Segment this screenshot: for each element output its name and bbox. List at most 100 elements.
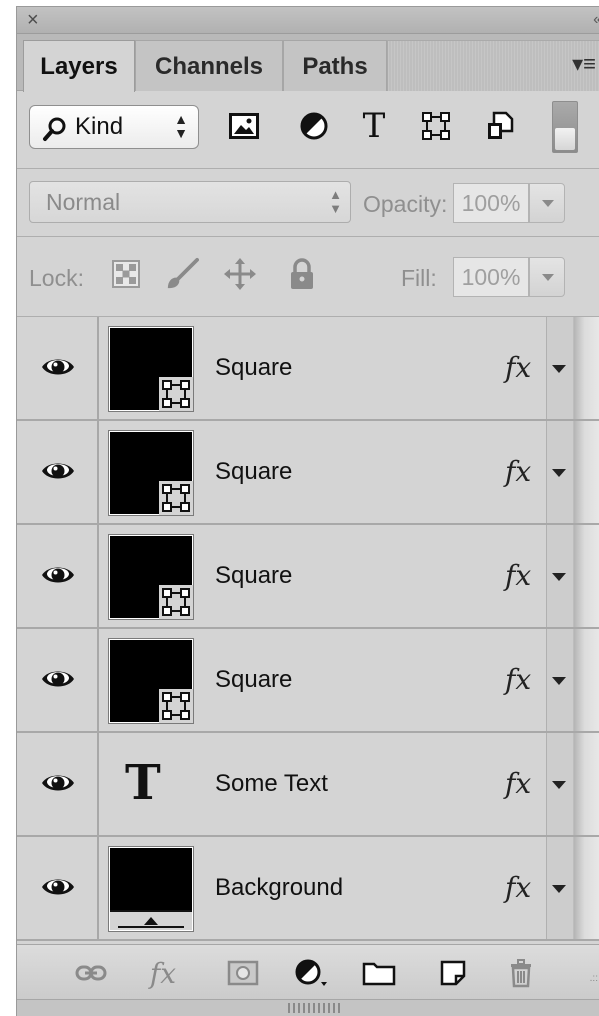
shape-layer-badge <box>159 585 193 619</box>
layer-row[interactable]: Square fx <box>17 317 599 421</box>
layer-name[interactable]: Some Text <box>215 733 328 835</box>
layers-bottom-toolbar: fx .:: <box>17 944 599 999</box>
eye-visibility-icon[interactable] <box>41 355 75 379</box>
layer-thumbnail[interactable] <box>108 534 194 620</box>
new-adjustment-layer-icon[interactable] <box>293 957 329 989</box>
delete-layer-trash-icon[interactable] <box>503 957 539 989</box>
tab-layers[interactable]: Layers <box>23 40 135 92</box>
blend-mode-select[interactable]: Normal ▲ ▼ <box>29 181 351 223</box>
collapse-icon[interactable]: « <box>593 10 599 30</box>
toggle-knob <box>555 128 575 150</box>
link-layers-icon[interactable] <box>73 957 109 989</box>
background-layer-badge <box>110 910 192 930</box>
layer-name[interactable]: Square <box>215 421 292 523</box>
grip-handle-icon[interactable] <box>288 1003 340 1013</box>
shape-layer-badge <box>159 377 193 411</box>
visibility-column[interactable] <box>17 421 99 523</box>
layers-panel: × « Layers Channels Paths ▾≡ Kind ▲▼ T <box>16 6 599 1016</box>
layer-name[interactable]: Background <box>215 837 343 939</box>
layer-effects-fx-icon[interactable]: fx <box>505 421 531 523</box>
lock-transparency-icon[interactable] <box>109 257 143 291</box>
lock-pixels-brush-icon[interactable] <box>165 257 199 291</box>
blend-row: Normal ▲ ▼ Opacity: 100% <box>17 169 599 237</box>
expand-effects-triangle-icon[interactable] <box>552 885 566 893</box>
panel-resize-bar[interactable] <box>17 999 599 1016</box>
tab-paths[interactable]: Paths <box>283 40 387 91</box>
layer-row[interactable]: Square fx <box>17 421 599 525</box>
expand-effects-triangle-icon[interactable] <box>552 469 566 477</box>
layer-thumbnail[interactable] <box>108 846 194 932</box>
vector-shape-icon <box>162 588 190 616</box>
fill-input[interactable]: 100% <box>453 257 529 297</box>
visibility-column[interactable] <box>17 525 99 627</box>
visibility-column[interactable] <box>17 317 99 419</box>
eye-visibility-icon[interactable] <box>41 459 75 483</box>
vector-shape-icon <box>162 692 190 720</box>
layer-name[interactable]: Square <box>215 525 292 627</box>
new-layer-icon[interactable] <box>435 957 471 989</box>
visibility-column[interactable] <box>17 837 99 939</box>
expand-effects-triangle-icon[interactable] <box>552 677 566 685</box>
opacity-input[interactable]: 100% <box>453 183 529 223</box>
layer-thumbnail[interactable] <box>108 326 194 412</box>
panel-edge-shadow <box>574 525 599 627</box>
shape-layer-badge <box>159 689 193 723</box>
vector-shape-icon <box>162 380 190 408</box>
layer-effects-fx-icon[interactable]: fx <box>505 629 531 731</box>
layer-effects-fx-icon[interactable]: fx <box>505 837 531 939</box>
background-triangle-icon <box>118 917 184 928</box>
expand-effects-triangle-icon[interactable] <box>552 573 566 581</box>
visibility-column[interactable] <box>17 629 99 731</box>
panel-edge-shadow <box>574 421 599 523</box>
type-filter-icon[interactable]: T <box>357 106 391 146</box>
layer-name[interactable]: Square <box>215 629 292 731</box>
layer-row[interactable]: T Some Text fx <box>17 733 599 837</box>
adjustment-filter-icon[interactable] <box>297 109 331 143</box>
tab-strip-filler <box>387 40 599 91</box>
layer-name[interactable]: Square <box>215 317 292 419</box>
layer-thumbnail[interactable] <box>108 638 194 724</box>
lock-position-move-icon[interactable] <box>223 257 257 291</box>
expand-effects-triangle-icon[interactable] <box>552 365 566 373</box>
eye-visibility-icon[interactable] <box>41 563 75 587</box>
eye-visibility-icon[interactable] <box>41 875 75 899</box>
layer-row[interactable]: Background fx <box>17 837 599 941</box>
shape-filter-icon[interactable] <box>419 109 453 143</box>
layer-thumbnail[interactable] <box>108 430 194 516</box>
filter-toggle-switch[interactable] <box>552 101 578 153</box>
panel-edge-shadow <box>574 837 599 939</box>
type-layer-thumbnail-icon[interactable]: T <box>125 755 161 811</box>
eye-visibility-icon[interactable] <box>41 771 75 795</box>
smart-object-filter-icon[interactable] <box>483 109 517 143</box>
panel-menu-icon[interactable]: ▾≡ <box>572 53 596 75</box>
tab-channels[interactable]: Channels <box>135 40 283 91</box>
image-filter-icon[interactable] <box>227 109 261 143</box>
resize-grip-icon[interactable]: .:: <box>590 974 598 984</box>
fill-dropdown-button[interactable] <box>529 257 565 297</box>
visibility-column[interactable] <box>17 733 99 835</box>
fill-label: Fill: <box>401 265 437 291</box>
panel-edge-shadow <box>574 317 599 419</box>
layer-effects-fx-icon[interactable]: fx <box>505 733 531 835</box>
expand-effects-triangle-icon[interactable] <box>552 781 566 789</box>
lock-all-padlock-icon[interactable] <box>285 257 319 291</box>
layer-effects-fx-icon[interactable]: fx <box>505 317 531 419</box>
filter-kind-label: Kind <box>75 113 124 140</box>
layer-effects-fx-icon[interactable]: fx <box>505 525 531 627</box>
stepper-icon: ▲ ▼ <box>174 111 188 141</box>
add-layer-style-fx-icon[interactable]: fx <box>145 957 181 990</box>
add-mask-icon[interactable] <box>225 957 261 989</box>
opacity-label: Opacity: <box>363 191 448 217</box>
blend-mode-label: Normal <box>46 189 121 215</box>
panel-edge-shadow <box>574 629 599 731</box>
shape-layer-badge <box>159 481 193 515</box>
close-icon[interactable]: × <box>27 9 39 31</box>
eye-visibility-icon[interactable] <box>41 667 75 691</box>
layer-row[interactable]: Square fx <box>17 525 599 629</box>
panel-tabs: Layers Channels Paths ▾≡ <box>17 34 599 92</box>
opacity-dropdown-button[interactable] <box>529 183 565 223</box>
filter-kind-select[interactable]: Kind ▲ ▼ <box>29 105 199 149</box>
layer-row[interactable]: Square fx <box>17 629 599 733</box>
search-icon <box>43 117 66 141</box>
new-group-folder-icon[interactable] <box>361 957 397 989</box>
